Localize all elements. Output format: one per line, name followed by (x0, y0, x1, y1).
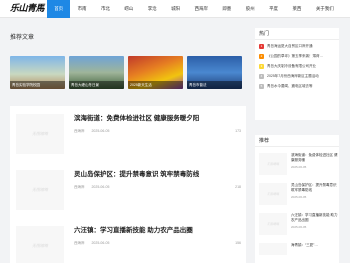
nav-item-jiaozhou[interactable]: 胶州 (239, 0, 262, 18)
article-title[interactable]: 滨海街道：免费体检进社区 健康服务暖夕阳 (74, 112, 199, 122)
nav-item-shinan[interactable]: 市南 (70, 0, 93, 18)
side-recommend-item[interactable]: 无图缩略 滨海街道：免费体检进社区 健康服务暖 2025-06-05 (259, 151, 337, 181)
article-date: 2025-06-05 (91, 185, 110, 189)
article-item[interactable]: 无图缩略 灵山岛保护区：提升禁毒意识 筑牢禁毒防线 西海岸 2025-06-05… (10, 162, 246, 218)
side-recommend-title: 推荐 (255, 135, 339, 147)
card-caption: 青岛市普法 (187, 81, 242, 89)
article-date: 2025-06-05 (91, 241, 110, 245)
rank-badge: 1 (259, 44, 264, 49)
article-thumbnail[interactable]: 无图缩略 (16, 226, 64, 263)
rank-badge: 4 (259, 74, 264, 79)
article-thumbnail[interactable]: 无图缩略 (16, 114, 64, 154)
recommend-card[interactable]: 2025新天生活 (128, 56, 183, 89)
nav-item-shibei[interactable]: 市北 (94, 0, 117, 18)
article-meta: 西海岸 2025-06-05 (74, 185, 115, 190)
article-views: 156 (235, 241, 241, 245)
card-caption: 青岛实验学院校园 (10, 81, 65, 89)
nav-item-pingdu[interactable]: 平度 (262, 0, 285, 18)
main-nav: 首页 市南 市北 崂山 李沧 城阳 西海岸 即墨 胶州 平度 莱西 关于我们 (47, 0, 341, 18)
top-navigation-bar: 乐山青馬 首页 市南 市北 崂山 李沧 城阳 西海岸 即墨 胶州 平度 莱西 关… (0, 0, 350, 18)
article-item[interactable]: 无图缩略 六汪镇：学习直播新技能 助力农产品出圈 西海岸 2025-06-05 … (10, 218, 246, 263)
hot-item[interactable]: 4 2025年7月份西海岸新区主题活动 (259, 74, 335, 84)
rank-badge: 3 (259, 64, 264, 69)
nav-item-about[interactable]: 关于我们 (309, 0, 341, 18)
side-thumbnail[interactable] (259, 243, 287, 255)
hot-item[interactable]: 5 青岛水今要闻、震电区城去等 (259, 84, 335, 94)
hot-item-text[interactable]: 《公园的草坪》第五季来袭！薄荷… (267, 54, 323, 59)
side-recommend-item[interactable]: 无图缩略 六汪镇：学习直播新技能 助力农产品出圈 2025-06-05 (259, 211, 337, 241)
recommend-card[interactable]: 青岛实验学院校园 (10, 56, 65, 89)
article-author[interactable]: 西海岸 (74, 129, 85, 133)
article-meta: 西海岸 2025-06-05 (74, 241, 115, 246)
site-logo[interactable]: 乐山青馬 (10, 3, 45, 15)
recommend-card[interactable]: 青岛大峰山冬日景 (69, 56, 124, 89)
side-item-date: 2025-06-05 (291, 195, 307, 199)
hot-item[interactable]: 2 《公园的草坪》第五季来袭！薄荷… (259, 54, 335, 64)
article-author[interactable]: 西海岸 (74, 241, 85, 245)
side-thumbnail[interactable]: 无图缩略 (259, 153, 287, 175)
article-date: 2025-06-05 (91, 129, 110, 133)
card-caption: 2025新天生活 (128, 81, 183, 89)
hot-item[interactable]: 1 青岛海运夏大自贸区口岸开通 (259, 44, 335, 54)
nav-item-laixi[interactable]: 莱西 (285, 0, 308, 18)
hot-item-text[interactable]: 2025年7月份西海岸新区主题活动 (267, 74, 319, 79)
article-title[interactable]: 灵山岛保护区：提升禁毒意识 筑牢禁毒防线 (74, 168, 199, 178)
side-item-title[interactable]: 海青镇：“三夏”… (291, 243, 339, 248)
hot-item-text[interactable]: 青岛水今要闻、震电区城去等 (267, 84, 313, 89)
article-title[interactable]: 六汪镇：学习直播新技能 助力农产品出圈 (74, 224, 193, 234)
card-caption: 青岛大峰山冬日景 (69, 81, 124, 89)
article-thumbnail[interactable]: 无图缩略 (16, 170, 64, 210)
hot-title: 热门 (255, 28, 339, 40)
recommend-sidebar: 推荐 无图缩略 滨海街道：免费体检进社区 健康服务暖 2025-06-05 无图… (255, 135, 339, 263)
nav-item-xihaian[interactable]: 西海岸 (187, 0, 215, 18)
nav-item-chengyang[interactable]: 城阳 (164, 0, 187, 18)
hot-item-text[interactable]: 青岛大庆制冷设备有限公司开业 (267, 64, 316, 69)
hot-sidebar: 热门 1 青岛海运夏大自贸区口岸开通 2 《公园的草坪》第五季来袭！薄荷… 3 … (255, 28, 339, 120)
rank-badge: 5 (259, 84, 264, 89)
recommend-section: 推荐文章 青岛实验学院校园 青岛大峰山冬日景 2025新天生活 青岛市普法 (10, 34, 246, 100)
rank-badge: 2 (259, 54, 264, 59)
hot-list: 1 青岛海运夏大自贸区口岸开通 2 《公园的草坪》第五季来袭！薄荷… 3 青岛大… (255, 40, 339, 96)
side-item-date: 2025-06-05 (291, 165, 307, 169)
nav-item-licang[interactable]: 李沧 (141, 0, 164, 18)
article-views: 218 (235, 185, 241, 189)
hot-item-text[interactable]: 青岛海运夏大自贸区口岸开通 (267, 44, 313, 49)
side-recommend-list: 无图缩略 滨海街道：免费体检进社区 健康服务暖 2025-06-05 无图缩略 … (255, 147, 339, 259)
nav-item-laoshan[interactable]: 崂山 (117, 0, 140, 18)
side-thumbnail[interactable]: 无图缩略 (259, 183, 287, 205)
side-thumbnail[interactable]: 无图缩略 (259, 213, 287, 235)
side-item-title[interactable]: 六汪镇：学习直播新技能 助力农产品出圈 (291, 213, 339, 223)
side-item-date: 2025-06-05 (291, 225, 307, 229)
side-item-title[interactable]: 滨海街道：免费体检进社区 健康服务暖 (291, 153, 339, 163)
recommend-cards: 青岛实验学院校园 青岛大峰山冬日景 2025新天生活 青岛市普法 (10, 56, 242, 89)
article-item[interactable]: 无图缩略 滨海街道：免费体检进社区 健康服务暖夕阳 西海岸 2025-06-05… (10, 106, 246, 162)
article-meta: 西海岸 2025-06-05 (74, 129, 115, 134)
recommend-card[interactable]: 青岛市普法 (187, 56, 242, 89)
side-recommend-item[interactable]: 海青镇：“三夏”… (259, 241, 335, 255)
side-recommend-item[interactable]: 无图缩略 灵山岛保护区：提升禁毒意识 筑牢禁毒防线 2025-06-05 (259, 181, 337, 211)
nav-item-home[interactable]: 首页 (47, 0, 71, 18)
recommend-title: 推荐文章 (10, 35, 35, 41)
nav-item-jimo[interactable]: 即墨 (215, 0, 238, 18)
article-author[interactable]: 西海岸 (74, 185, 85, 189)
article-views: 173 (235, 129, 241, 133)
hot-item[interactable]: 3 青岛大庆制冷设备有限公司开业 (259, 64, 335, 74)
side-item-title[interactable]: 灵山岛保护区：提升禁毒意识 筑牢禁毒防线 (291, 183, 339, 193)
